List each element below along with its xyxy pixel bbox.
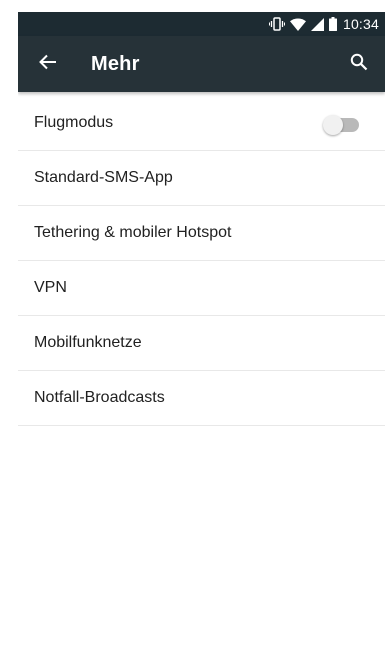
vibrate-icon <box>268 17 285 31</box>
phone-screen: 10:34 Mehr Flugmodus Standard-SMS-App Te… <box>18 12 385 655</box>
page-title: Mehr <box>91 53 140 75</box>
setting-label: Standard-SMS-App <box>34 169 173 186</box>
setting-item-vpn[interactable]: VPN <box>18 261 385 316</box>
setting-label: Mobilfunknetze <box>34 334 142 351</box>
setting-label: VPN <box>34 279 67 296</box>
setting-label: Tethering & mobiler Hotspot <box>34 224 232 241</box>
arrow-back-icon <box>39 54 57 75</box>
setting-label: Flugmodus <box>34 114 114 131</box>
flugmodus-toggle[interactable] <box>323 115 359 135</box>
app-bar: Mehr <box>18 36 385 92</box>
setting-label: Notfall-Broadcasts <box>34 389 165 406</box>
status-bar: 10:34 <box>18 12 385 36</box>
status-time: 10:34 <box>342 16 379 32</box>
wifi-icon <box>289 18 306 31</box>
back-button[interactable] <box>28 44 68 84</box>
settings-list: Flugmodus Standard-SMS-App Tethering & m… <box>18 96 385 426</box>
status-icons: 10:34 <box>268 12 379 36</box>
toggle-thumb <box>323 115 343 135</box>
signal-icon <box>310 17 324 31</box>
battery-icon <box>328 17 337 31</box>
search-button[interactable] <box>339 44 379 84</box>
search-icon <box>350 53 368 76</box>
setting-item-standard-sms-app[interactable]: Standard-SMS-App <box>18 151 385 206</box>
setting-item-tethering-hotspot[interactable]: Tethering & mobiler Hotspot <box>18 206 385 261</box>
setting-item-mobilfunknetze[interactable]: Mobilfunknetze <box>18 316 385 371</box>
setting-item-flugmodus[interactable]: Flugmodus <box>18 96 385 151</box>
setting-item-notfall-broadcasts[interactable]: Notfall-Broadcasts <box>18 371 385 426</box>
